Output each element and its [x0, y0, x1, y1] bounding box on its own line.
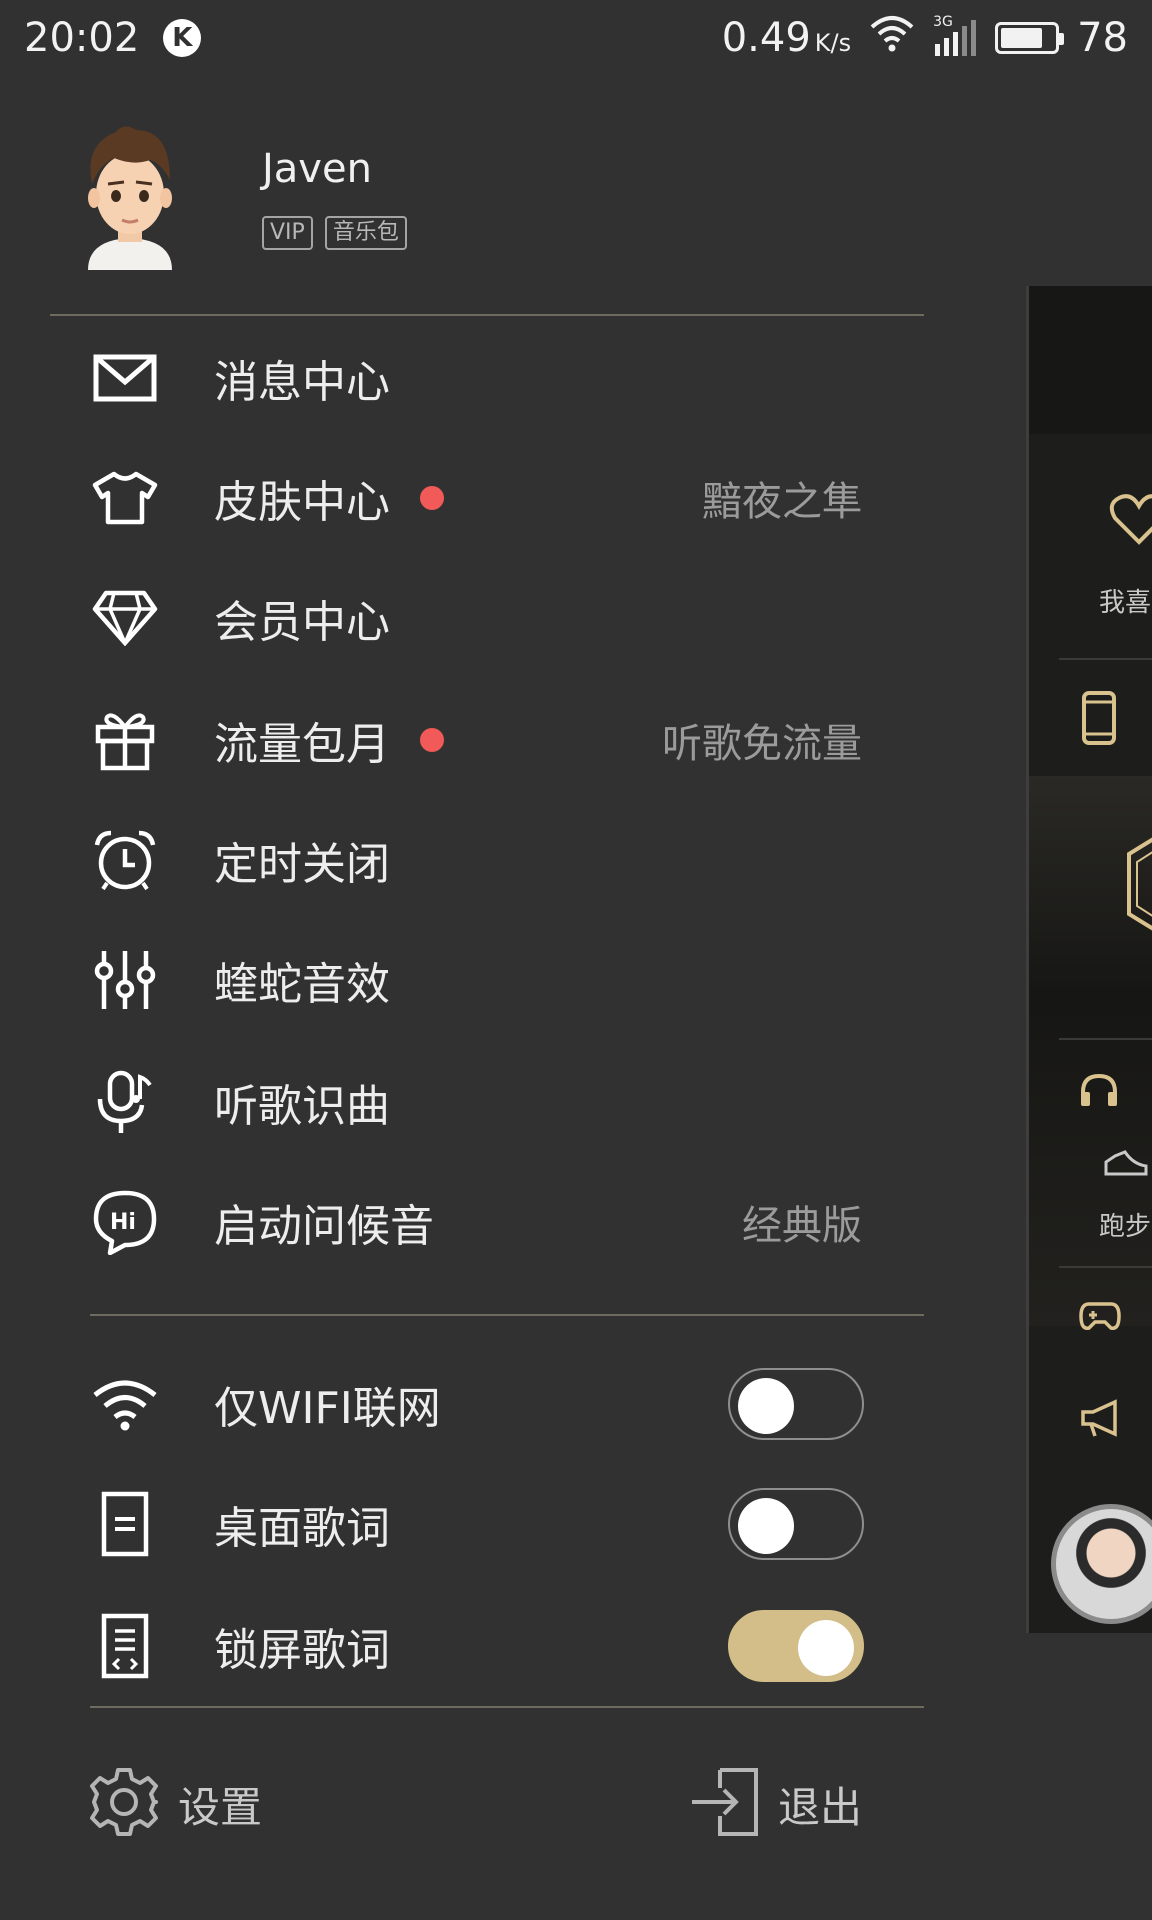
- user-avatar[interactable]: [74, 120, 186, 270]
- headphones-icon: [1079, 1072, 1119, 1112]
- app-notification-icon: K: [163, 19, 202, 57]
- wifi-only-toggle[interactable]: [728, 1368, 864, 1440]
- peek-header-band: [1029, 286, 1152, 434]
- wifi-signal-icon: [869, 13, 915, 63]
- megaphone-icon: [1079, 1398, 1121, 1442]
- menu-label: 锁屏歌词: [214, 1625, 390, 1676]
- toggle-row-lockscreen-lyrics[interactable]: 锁屏歌词: [0, 1596, 1000, 1696]
- menu-item-startup-greeting[interactable]: Hi 启动问候音 经典版: [0, 1172, 1000, 1272]
- gear-icon: [88, 1766, 160, 1842]
- menu-label: 流量包月: [214, 719, 390, 770]
- menu-label: 启动问候音: [214, 1201, 434, 1252]
- toggle-knob: [798, 1620, 854, 1676]
- menu-item-message-center[interactable]: 消息中心: [0, 328, 1000, 428]
- menu-label: 桌面歌词: [214, 1503, 390, 1554]
- toggle-knob: [738, 1378, 794, 1434]
- battery-percent: 78: [1077, 15, 1128, 61]
- equalizer-icon: [90, 945, 160, 1015]
- background-app-peek[interactable]: 我喜 跑步: [1026, 286, 1152, 1633]
- menu-label: 听歌识曲: [214, 1081, 390, 1132]
- logout-button[interactable]: 退出: [690, 1754, 862, 1854]
- gift-icon: [90, 705, 160, 775]
- section-divider: [90, 1314, 924, 1316]
- cell-signal-icon: 3G: [933, 14, 977, 58]
- settings-label: 设置: [178, 1782, 263, 1832]
- heart-icon: [1109, 492, 1152, 552]
- side-drawer: Javen VIP 音乐包 消息中心 皮肤中心 黯夜之隼 会员中心 流量包月 听…: [0, 76, 1000, 1920]
- vip-badge: VIP: [262, 216, 313, 250]
- settings-button[interactable]: 设置: [88, 1754, 262, 1854]
- menu-item-sound-effects[interactable]: 蝰蛇音效: [0, 930, 1000, 1030]
- new-badge-dot: [420, 728, 444, 752]
- peek-divider: [1059, 658, 1152, 660]
- profile-username: Javen: [262, 146, 372, 192]
- menu-label: 仅WIFI联网: [214, 1383, 441, 1434]
- menu-label: 皮肤中心: [214, 477, 390, 528]
- sneaker-icon: [1103, 1148, 1149, 1182]
- menu-value: 经典版: [742, 1203, 862, 1249]
- network-speed-unit: K/s: [814, 29, 852, 57]
- toggle-row-desktop-lyrics[interactable]: 桌面歌词: [0, 1474, 1000, 1574]
- menu-label: 会员中心: [214, 597, 390, 648]
- tshirt-icon: [90, 463, 160, 533]
- footer-divider: [90, 1706, 924, 1708]
- logout-icon: [690, 1766, 760, 1842]
- battery-icon: [995, 22, 1065, 54]
- profile-divider: [50, 314, 924, 316]
- status-right-group: 0.49 K/s 3G 78: [722, 13, 1128, 63]
- drawer-footer: 设置 退出: [0, 1716, 1000, 1876]
- menu-label: 蝰蛇音效: [214, 959, 390, 1010]
- svg-text:Hi: Hi: [110, 1210, 136, 1235]
- hi-bubble-icon: Hi: [90, 1187, 160, 1257]
- profile-header[interactable]: Javen VIP 音乐包: [0, 76, 1000, 316]
- desktop-lyrics-toggle[interactable]: [728, 1488, 864, 1560]
- menu-value: 听歌免流量: [662, 721, 862, 767]
- status-bar: 20:02 K 0.49 K/s 3G 78: [0, 0, 1152, 76]
- mic-note-icon: [90, 1067, 160, 1137]
- menu-value: 黯夜之隼: [702, 479, 862, 525]
- menu-label: 消息中心: [214, 357, 390, 408]
- phone-icon: [1081, 690, 1117, 750]
- peek-divider: [1059, 1266, 1152, 1268]
- menu-item-skin-center[interactable]: 皮肤中心 黯夜之隼: [0, 448, 1000, 548]
- menu-item-sleep-timer[interactable]: 定时关闭: [0, 810, 1000, 910]
- gamepad-icon: [1079, 1300, 1121, 1336]
- battery-fill: [1001, 28, 1042, 48]
- mail-icon: [90, 343, 160, 413]
- menu-item-song-recognition[interactable]: 听歌识曲: [0, 1052, 1000, 1152]
- peek-favorites-label: 我喜: [1099, 588, 1152, 618]
- hexagon-icon: [1125, 834, 1152, 938]
- network-speed: 0.49 K/s: [722, 15, 851, 61]
- menu-item-data-plan[interactable]: 流量包月 听歌免流量: [0, 690, 1000, 790]
- peek-divider: [1059, 1038, 1152, 1040]
- status-time: 20:02: [24, 15, 140, 61]
- network-speed-value: 0.49: [721, 15, 811, 61]
- desktop-lyrics-icon: [90, 1489, 160, 1559]
- new-badge-dot: [420, 486, 444, 510]
- peek-artist-avatar[interactable]: [1051, 1504, 1152, 1624]
- lockscreen-lyrics-icon: [90, 1611, 160, 1681]
- profile-badges: VIP 音乐包: [262, 216, 407, 250]
- diamond-icon: [90, 583, 160, 653]
- peek-running-label: 跑步: [1099, 1212, 1152, 1242]
- toggle-knob: [738, 1498, 794, 1554]
- toggle-row-wifi-only[interactable]: 仅WIFI联网: [0, 1354, 1000, 1454]
- menu-label: 定时关闭: [214, 839, 390, 890]
- logout-label: 退出: [777, 1782, 862, 1832]
- menu-item-vip-center[interactable]: 会员中心: [0, 568, 1000, 668]
- alarm-clock-icon: [90, 825, 160, 895]
- wifi-icon: [90, 1369, 160, 1439]
- lockscreen-lyrics-toggle[interactable]: [728, 1610, 864, 1682]
- music-pack-badge: 音乐包: [324, 216, 407, 250]
